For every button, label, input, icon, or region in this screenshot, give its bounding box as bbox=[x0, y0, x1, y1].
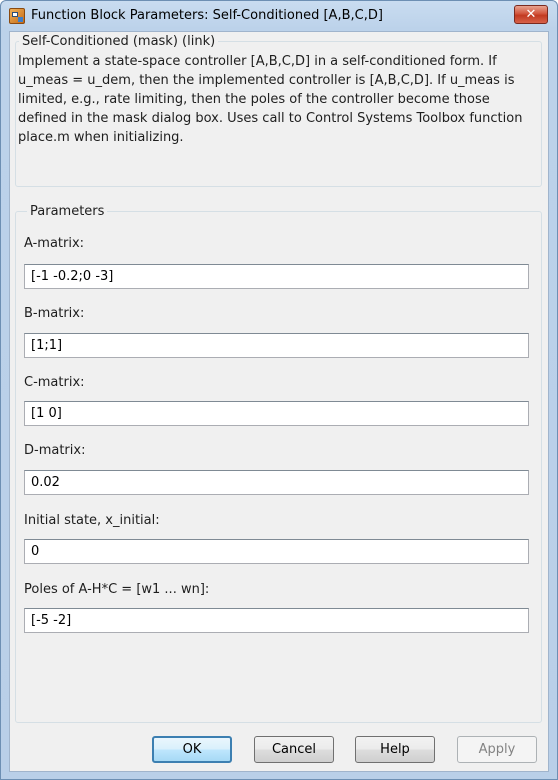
poles-input[interactable] bbox=[24, 608, 529, 633]
d-matrix-label: D-matrix: bbox=[24, 443, 86, 458]
window-title: Function Block Parameters: Self-Conditio… bbox=[31, 8, 383, 23]
b-matrix-label: B-matrix: bbox=[24, 306, 85, 321]
mask-group-title: Self-Conditioned (mask) (link) bbox=[19, 34, 219, 49]
title-bar[interactable]: Function Block Parameters: Self-Conditio… bbox=[1, 1, 557, 31]
initial-state-label: Initial state, x_initial: bbox=[24, 513, 160, 528]
cancel-button[interactable]: Cancel bbox=[254, 736, 334, 763]
ok-button[interactable]: OK bbox=[152, 736, 232, 763]
a-matrix-label: A-matrix: bbox=[24, 236, 85, 251]
d-matrix-input[interactable] bbox=[24, 470, 529, 495]
b-matrix-input[interactable] bbox=[24, 333, 529, 358]
apply-button: Apply bbox=[457, 736, 537, 763]
close-button[interactable]: ✕ bbox=[514, 5, 548, 24]
parameters-group-title: Parameters bbox=[27, 204, 108, 219]
a-matrix-input[interactable] bbox=[24, 264, 529, 289]
help-button[interactable]: Help bbox=[355, 736, 435, 763]
initial-state-input[interactable] bbox=[24, 539, 529, 564]
poles-label: Poles of A-H*C = [w1 ... wn]: bbox=[24, 582, 210, 597]
c-matrix-input[interactable] bbox=[24, 401, 529, 426]
simulink-app-icon bbox=[9, 8, 25, 24]
c-matrix-label: C-matrix: bbox=[24, 375, 85, 390]
mask-description-text: Implement a state-space controller [A,B,… bbox=[18, 54, 523, 145]
